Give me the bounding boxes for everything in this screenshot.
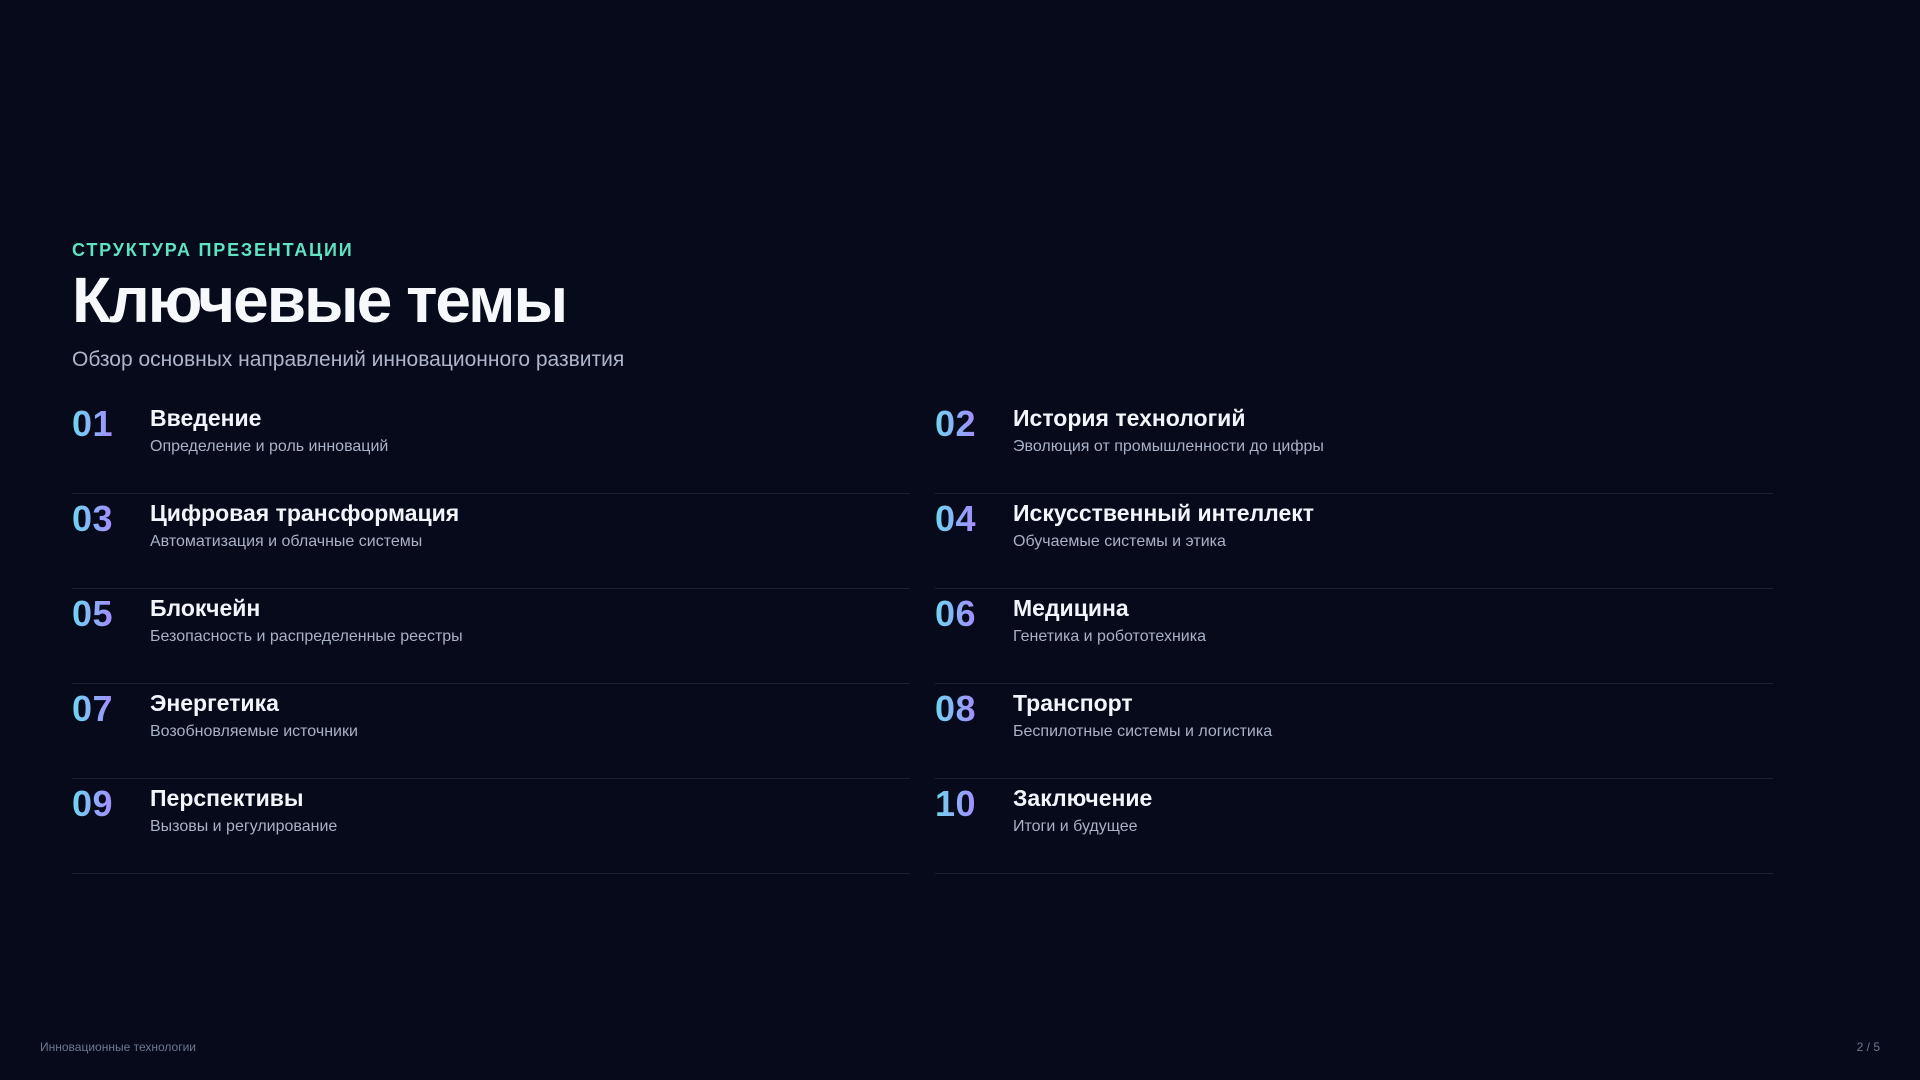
topic-item: 08 Транспорт Беспилотные системы и логис… [935,685,1773,779]
topic-item: 09 Перспективы Вызовы и регулирование [72,780,910,874]
topic-title: Цифровая трансформация [150,500,460,526]
topic-description: Вызовы и регулирование [150,818,338,835]
slide: СТРУКТУРА ПРЕЗЕНТАЦИИ Ключевые темы Обзо… [0,0,1920,1080]
topic-description: Обучаемые системы и этика [1013,533,1226,550]
topic-item: 10 Заключение Итоги и будущее [935,780,1773,874]
topic-number: 05 [72,593,114,634]
topic-item: 03 Цифровая трансформация Автоматизация … [72,495,910,589]
topic-title: Искусственный интеллект [1013,500,1315,526]
topic-item: 06 Медицина Генетика и робототехника [935,590,1773,684]
topic-description: Итоги и будущее [1013,818,1138,835]
topic-description: Возобновляемые источники [150,723,358,740]
page-title: Ключевые темы [72,264,568,336]
topic-number: 09 [72,783,114,824]
topic-description: Беспилотные системы и логистика [1013,723,1273,740]
topic-description: Безопасность и распределенные реестры [150,628,463,645]
topic-item: 04 Искусственный интеллект Обучаемые сис… [935,495,1773,589]
topic-number: 04 [935,498,977,539]
topic-description: Определение и роль инноваций [150,438,389,455]
topic-title: Медицина [1013,595,1129,621]
topic-number: 01 [72,403,114,444]
topic-number: 02 [935,403,977,444]
topic-title: Введение [150,405,262,431]
topic-title: Блокчейн [150,595,261,621]
footer-page-counter: 2 / 5 [1856,1040,1880,1054]
topic-title: Транспорт [1013,690,1133,716]
topic-title: Энергетика [150,690,279,716]
topic-description: Автоматизация и облачные системы [150,533,423,550]
topic-title: Перспективы [150,785,304,811]
page-subtitle: Обзор основных направлений инновационног… [72,348,625,371]
topic-item: 07 Энергетика Возобновляемые источники [72,685,910,779]
section-eyebrow: СТРУКТУРА ПРЕЗЕНТАЦИИ [72,240,354,260]
topic-item: 05 Блокчейн Безопасность и распределенны… [72,590,910,684]
topic-title: История технологий [1013,405,1246,431]
topics-column-right: 02 История технологий Эволюция от промыш… [935,400,1773,875]
topic-item: 02 История технологий Эволюция от промыш… [935,400,1773,494]
topic-description: Эволюция от промышленности до цифры [1013,438,1324,455]
topics-column-left: 01 Введение Определение и роль инноваций… [72,400,910,875]
topic-number: 06 [935,593,977,634]
topic-number: 07 [72,688,114,729]
topic-number: 10 [935,783,977,824]
topic-title: Заключение [1013,785,1153,811]
topic-number: 08 [935,688,977,729]
footer-presentation-title: Инновационные технологии [40,1040,197,1054]
topic-item: 01 Введение Определение и роль инноваций [72,400,910,494]
topic-number: 03 [72,498,114,539]
topic-description: Генетика и робототехника [1013,628,1206,645]
